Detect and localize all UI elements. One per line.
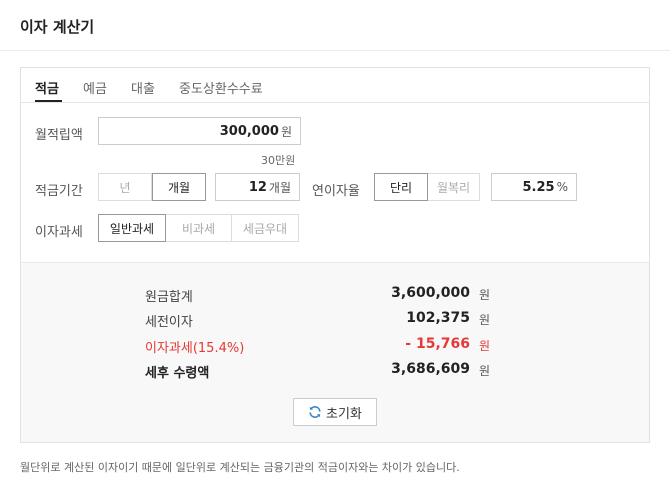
tax-value: - 15,766 bbox=[405, 336, 470, 352]
interest-option-compound[interactable]: 월복리 bbox=[428, 173, 480, 201]
monthly-deposit-input[interactable]: 300,000 원 bbox=[98, 117, 301, 145]
taxation-toggle: 일반과세 비과세 세금우대 bbox=[98, 214, 299, 242]
period-input[interactable]: 12 개월 bbox=[215, 173, 300, 201]
after-tax-label: 세후 수령액 bbox=[145, 366, 210, 381]
calculator-card: 적금 예금 대출 중도상환수수료 월적립액 300,000 원 30만원 적금기… bbox=[20, 67, 650, 443]
principal-value: 3,600,000 bbox=[391, 285, 470, 301]
reset-button[interactable]: 초기화 bbox=[293, 398, 377, 426]
result-tax: 이자과세(15.4%) - 15,766 원 bbox=[145, 336, 490, 357]
pre-tax-interest-unit: 원 bbox=[478, 313, 490, 327]
reset-label: 초기화 bbox=[326, 406, 362, 422]
page-header: 이자 계산기 bbox=[0, 0, 670, 51]
taxation-label: 이자과세 bbox=[35, 225, 83, 240]
tab-loan[interactable]: 대출 bbox=[131, 78, 155, 97]
pre-tax-interest-label: 세전이자 bbox=[145, 315, 193, 330]
tax-option-general[interactable]: 일반과세 bbox=[98, 214, 166, 242]
interest-rate-unit: % bbox=[556, 180, 568, 194]
refresh-icon bbox=[309, 406, 321, 418]
pre-tax-interest-value: 102,375 bbox=[406, 310, 470, 326]
after-tax-unit: 원 bbox=[478, 364, 490, 378]
page-title: 이자 계산기 bbox=[20, 18, 95, 36]
tab-savings[interactable]: 적금 bbox=[35, 78, 59, 97]
tab-deposit[interactable]: 예금 bbox=[83, 78, 107, 97]
monthly-deposit-label: 월적립액 bbox=[35, 128, 83, 143]
interest-rate-value: 5.25 bbox=[522, 179, 555, 195]
period-value: 12 bbox=[248, 179, 267, 195]
period-unit-toggle: 년 개월 bbox=[98, 173, 206, 201]
tax-unit: 원 bbox=[478, 339, 490, 353]
monthly-deposit-value: 300,000 bbox=[219, 123, 279, 139]
notice-text: 월단위로 계산된 이자이기 때문에 일단위로 계산되는 금융기관의 적금이자와는… bbox=[20, 461, 460, 474]
principal-label: 원금합계 bbox=[145, 290, 193, 305]
interest-type-toggle: 단리 월복리 bbox=[374, 173, 480, 201]
tab-divider bbox=[21, 102, 649, 103]
interest-rate-input[interactable]: 5.25 % bbox=[491, 173, 577, 201]
result-principal: 원금합계 3,600,000 원 bbox=[145, 285, 490, 306]
interest-rate-label: 연이자율 bbox=[312, 184, 360, 199]
period-option-month[interactable]: 개월 bbox=[152, 173, 206, 201]
monthly-deposit-unit: 원 bbox=[280, 124, 292, 139]
interest-option-simple[interactable]: 단리 bbox=[374, 173, 428, 201]
tab-prepayment-fee[interactable]: 중도상환수수료 bbox=[179, 78, 263, 97]
tax-label: 이자과세(15.4%) bbox=[145, 341, 245, 356]
period-label: 적금기간 bbox=[35, 184, 83, 199]
monthly-deposit-hint: 30만원 bbox=[261, 154, 296, 167]
result-pre-tax-interest: 세전이자 102,375 원 bbox=[145, 310, 490, 331]
result-after-tax: 세후 수령액 3,686,609 원 bbox=[145, 361, 490, 382]
period-option-year[interactable]: 년 bbox=[98, 173, 152, 201]
tax-option-preferential[interactable]: 세금우대 bbox=[232, 214, 299, 242]
tax-option-exempt[interactable]: 비과세 bbox=[166, 214, 232, 242]
principal-unit: 원 bbox=[478, 288, 490, 302]
after-tax-value: 3,686,609 bbox=[391, 361, 470, 377]
period-unit: 개월 bbox=[268, 180, 291, 195]
